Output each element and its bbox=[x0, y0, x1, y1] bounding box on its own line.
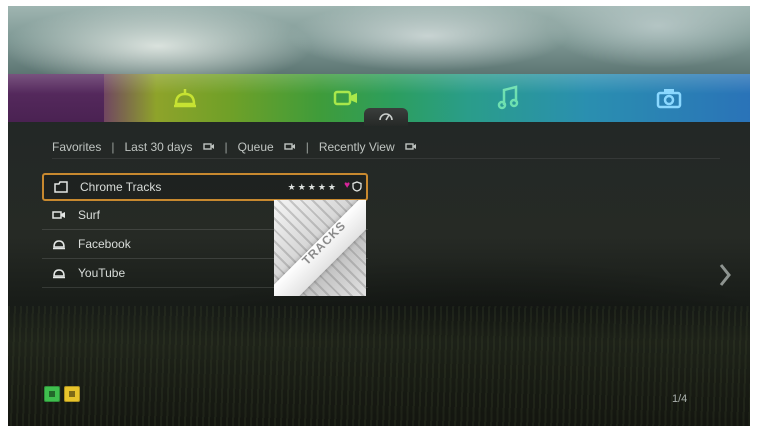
star-icon: ★ bbox=[307, 182, 316, 192]
tab-services[interactable] bbox=[104, 74, 266, 122]
filter-separator: | bbox=[224, 140, 228, 154]
folder-icon bbox=[54, 181, 70, 193]
chevron-right-icon bbox=[718, 264, 732, 292]
video-icon bbox=[202, 140, 215, 154]
list-item-label: YouTube bbox=[78, 266, 126, 280]
video-camera-icon bbox=[333, 88, 359, 108]
filter-last-30-days[interactable]: Last 30 days bbox=[124, 140, 192, 154]
filter-separator: | bbox=[305, 140, 309, 154]
tab-photo[interactable] bbox=[589, 74, 751, 122]
heart-icon: ♥ bbox=[344, 180, 350, 191]
background-sky bbox=[8, 6, 750, 74]
rating-stars: ★ ★ ★ ★ ★ bbox=[288, 182, 336, 192]
next-page-arrow[interactable] bbox=[718, 262, 732, 293]
album-art-thumbnail: TRACKS bbox=[274, 200, 366, 296]
bell-icon bbox=[172, 86, 198, 110]
square-icon bbox=[69, 391, 75, 397]
star-icon: ★ bbox=[297, 182, 306, 192]
background-field bbox=[8, 306, 750, 426]
list-item[interactable]: Chrome Tracks ★ ★ ★ ★ ★ ♥ bbox=[42, 173, 368, 201]
music-note-icon bbox=[497, 85, 519, 111]
camera-icon bbox=[656, 87, 682, 109]
tab-home[interactable] bbox=[8, 74, 104, 122]
filter-queue[interactable]: Queue bbox=[238, 140, 274, 154]
filter-separator: | bbox=[111, 140, 115, 154]
filter-bar: Favorites | Last 30 days | Queue | Recen… bbox=[52, 136, 720, 159]
yellow-button[interactable] bbox=[64, 386, 80, 402]
tab-music[interactable] bbox=[427, 74, 589, 122]
shield-icon bbox=[352, 181, 362, 195]
remote-color-buttons bbox=[44, 386, 80, 402]
list-item-label: Facebook bbox=[78, 237, 131, 251]
square-icon bbox=[49, 391, 55, 397]
star-icon: ★ bbox=[317, 182, 326, 192]
settings-dial[interactable] bbox=[364, 108, 408, 126]
list-item-label: Chrome Tracks bbox=[80, 180, 162, 194]
list-item-label: Surf bbox=[78, 208, 101, 222]
star-icon: ★ bbox=[327, 182, 336, 192]
filter-favorites[interactable]: Favorites bbox=[52, 140, 101, 154]
bell-icon bbox=[52, 267, 68, 279]
video-icon bbox=[283, 140, 296, 154]
media-player-screen: Favorites | Last 30 days | Queue | Recen… bbox=[8, 6, 750, 426]
gauge-icon bbox=[378, 108, 394, 126]
bell-icon bbox=[52, 238, 68, 250]
green-button[interactable] bbox=[44, 386, 60, 402]
video-icon bbox=[404, 140, 417, 154]
star-icon: ★ bbox=[287, 182, 296, 192]
page-indicator: 1/4 bbox=[672, 393, 688, 405]
filter-recently-view[interactable]: Recently View bbox=[319, 140, 395, 154]
video-icon bbox=[52, 210, 68, 220]
